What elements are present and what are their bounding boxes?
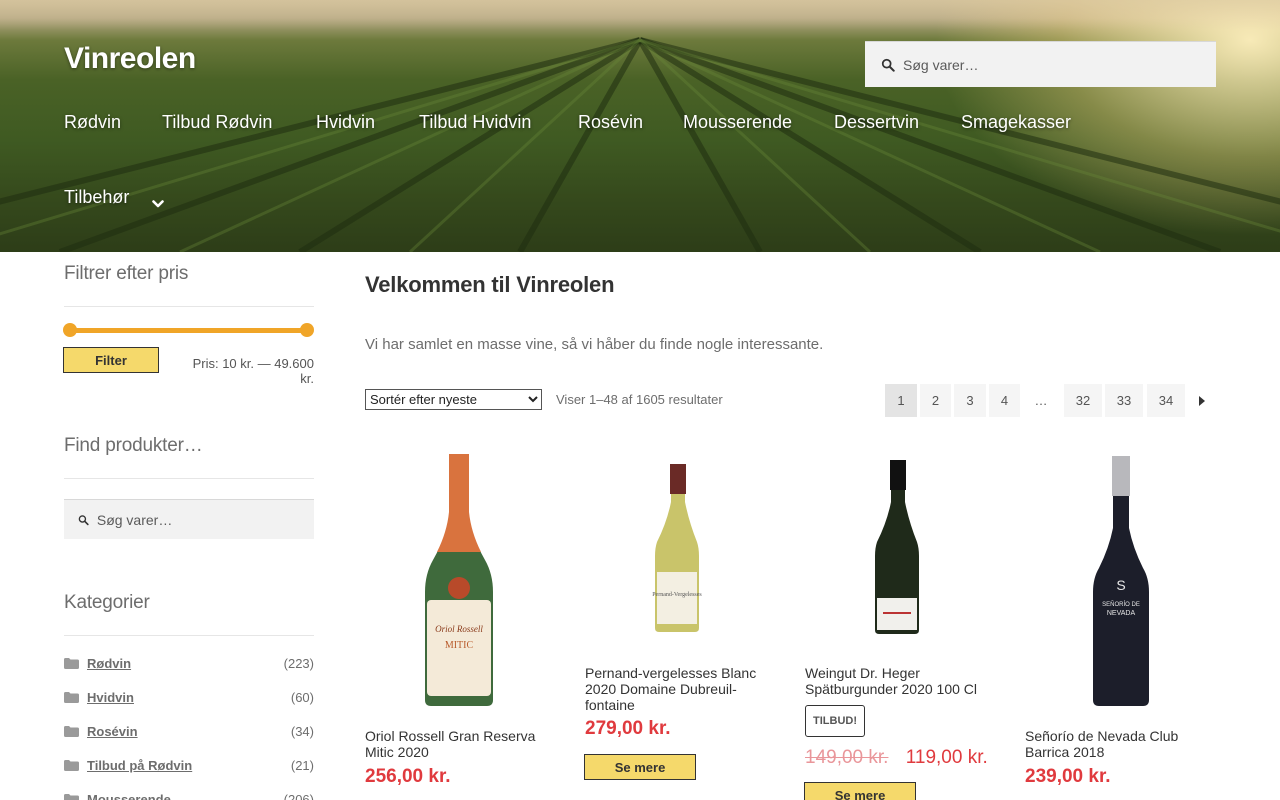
price-filter-title: Filtrer efter pris	[64, 263, 189, 284]
product-image[interactable]: S SEÑORÍO DE NEVADA	[1025, 452, 1205, 710]
sort-dropdown[interactable]: Sortér efter nyeste	[365, 389, 542, 410]
nav-item-rosevin[interactable]: Rosévin	[578, 112, 643, 133]
product-old-price: 149,00 kr.	[805, 747, 889, 768]
page-button-current[interactable]: 1	[885, 384, 917, 417]
price-slider-min-handle[interactable]	[63, 323, 77, 337]
product-image[interactable]: Pernand-Vergelesses	[585, 452, 765, 642]
category-item[interactable]: Tilbud på Rødvin (21)	[64, 756, 314, 778]
next-page-button[interactable]	[1188, 384, 1216, 417]
product-card[interactable]: S SEÑORÍO DE NEVADA Señorío de Nevada Cl…	[1025, 452, 1205, 792]
chevron-down-icon[interactable]	[152, 198, 164, 210]
svg-text:MITIC: MITIC	[445, 640, 474, 651]
page-button[interactable]: 34	[1147, 384, 1185, 417]
header-search-input[interactable]	[903, 56, 1183, 73]
product-image[interactable]	[805, 452, 985, 642]
divider	[64, 306, 314, 307]
folder-icon	[64, 760, 79, 771]
category-link[interactable]: Rødvin	[87, 656, 131, 671]
sale-badge: TILBUD!	[805, 705, 865, 737]
search-icon	[78, 514, 89, 525]
product-price-block: 149,00 kr. 119,00 kr.	[805, 747, 988, 769]
price-range-label: Pris: 10 kr. — 49.600 kr.	[192, 356, 314, 386]
see-more-button[interactable]: Se mere	[804, 782, 916, 800]
folder-icon	[64, 726, 79, 737]
page-button[interactable]: 4	[989, 384, 1020, 417]
svg-text:SEÑORÍO DE: SEÑORÍO DE	[1102, 601, 1140, 608]
page-title: Velkommen til Vinreolen	[365, 272, 615, 297]
folder-icon	[64, 658, 79, 669]
category-link[interactable]: Tilbud på Rødvin	[87, 758, 192, 773]
category-item[interactable]: Rødvin (223)	[64, 654, 314, 676]
category-link[interactable]: Rosévin	[87, 724, 138, 739]
search-icon	[881, 58, 895, 72]
category-item[interactable]: Hvidvin (60)	[64, 688, 314, 710]
categories-title: Kategorier	[64, 592, 150, 613]
site-header: Vinreolen Rødvin Tilbud Rødvin Hvidvin T…	[0, 0, 1280, 252]
svg-text:Pernand-Vergelesses: Pernand-Vergelesses	[652, 592, 702, 598]
svg-text:Oriol Rossell: Oriol Rossell	[435, 624, 483, 634]
folder-icon	[64, 692, 79, 703]
category-count: (206)	[283, 792, 314, 800]
divider	[64, 635, 314, 636]
page-button[interactable]: 33	[1105, 384, 1143, 417]
find-products-title: Find produkter…	[64, 435, 203, 456]
nav-item-smagekasser[interactable]: Smagekasser	[961, 112, 1071, 133]
sidebar-search-box[interactable]	[64, 499, 314, 539]
price-slider-range[interactable]	[70, 328, 307, 333]
svg-text:S: S	[1116, 577, 1125, 593]
price-slider-max-handle[interactable]	[300, 323, 314, 337]
header-search-box[interactable]	[865, 41, 1216, 87]
nav-item-rodvin[interactable]: Rødvin	[64, 112, 121, 133]
svg-text:NEVADA: NEVADA	[1107, 610, 1136, 617]
category-item[interactable]: Rosévin (34)	[64, 722, 314, 744]
page-ellipsis: …	[1034, 393, 1048, 408]
nav-item-tilbud-hvidvin[interactable]: Tilbud Hvidvin	[419, 112, 531, 133]
result-count: Viser 1–48 af 1605 resultater	[556, 392, 723, 407]
product-title[interactable]: Weingut Dr. Heger Spätburgunder 2020 100…	[805, 665, 987, 697]
category-count: (60)	[290, 690, 314, 705]
page-button[interactable]: 32	[1064, 384, 1102, 417]
page-button[interactable]: 3	[954, 384, 986, 417]
category-link[interactable]: Mousserende	[87, 792, 171, 800]
product-price: 239,00 kr.	[1025, 766, 1111, 787]
product-title[interactable]: Pernand-vergelesses Blanc 2020 Domaine D…	[585, 665, 767, 713]
nav-item-dessertvin[interactable]: Dessertvin	[834, 112, 919, 133]
category-count: (223)	[283, 656, 314, 671]
category-item[interactable]: Mousserende (206)	[64, 790, 314, 800]
page-button[interactable]: 2	[920, 384, 951, 417]
caret-right-icon	[1199, 395, 1205, 406]
site-title[interactable]: Vinreolen	[64, 42, 196, 76]
nav-item-mousserende[interactable]: Mousserende	[683, 112, 792, 133]
folder-icon	[64, 794, 79, 800]
category-count: (21)	[290, 758, 314, 773]
see-more-button[interactable]: Se mere	[584, 754, 696, 780]
nav-item-tilbud-rodvin[interactable]: Tilbud Rødvin	[162, 112, 272, 133]
product-image[interactable]: Oriol Rossell MITIC	[365, 452, 545, 710]
product-price: 279,00 kr.	[585, 718, 671, 739]
intro-text: Vi har samlet en masse vine, så vi håber…	[365, 336, 824, 353]
product-card[interactable]: Oriol Rossell MITIC Oriol Rossell Gran R…	[365, 452, 545, 792]
product-card[interactable]: Pernand-Vergelesses Pernand-vergelesses …	[584, 452, 767, 792]
product-price: 256,00 kr.	[365, 766, 451, 787]
nav-item-tilbehor[interactable]: Tilbehør	[64, 187, 129, 208]
category-count: (34)	[290, 724, 314, 739]
nav-item-hvidvin[interactable]: Hvidvin	[316, 112, 375, 133]
category-link[interactable]: Hvidvin	[87, 690, 134, 705]
product-card[interactable]: Weingut Dr. Heger Spätburgunder 2020 100…	[804, 452, 988, 800]
product-title[interactable]: Oriol Rossell Gran Reserva Mitic 2020	[365, 728, 547, 760]
filter-button[interactable]: Filter	[63, 347, 159, 373]
product-sale-price: 119,00 kr.	[905, 747, 988, 768]
divider	[64, 478, 314, 479]
product-title[interactable]: Señorío de Nevada Club Barrica 2018	[1025, 728, 1207, 760]
sidebar-search-input[interactable]	[96, 511, 314, 528]
